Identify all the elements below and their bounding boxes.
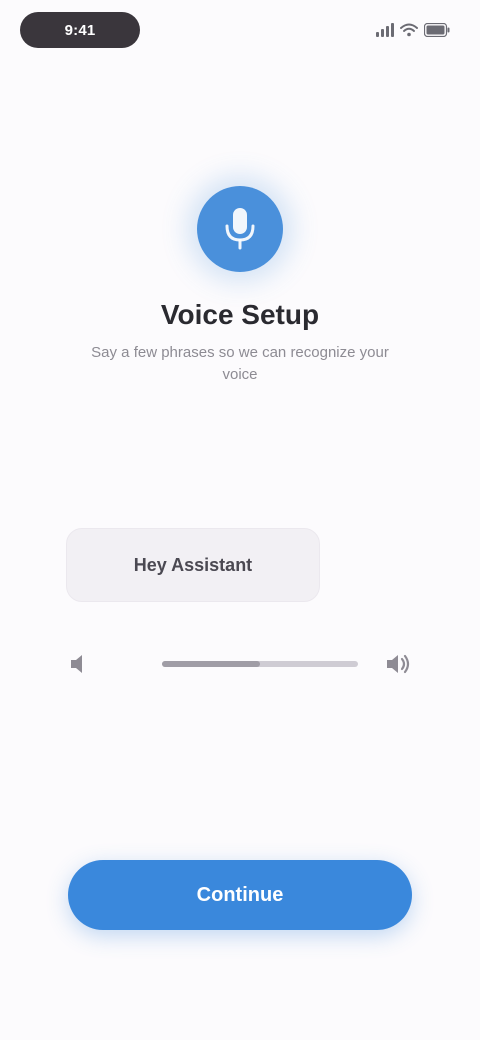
page-subtitle: Say a few phrases so we can recognize yo… (91, 344, 389, 383)
volume-high-icon[interactable] (380, 646, 416, 682)
microphone-icon (197, 186, 283, 272)
battery-icon (424, 23, 450, 37)
status-icons (376, 19, 450, 41)
volume-slider-fill (162, 661, 260, 667)
signal-icon (376, 23, 394, 37)
phrase-card-label: Hey Assistant (133, 554, 253, 575)
status-bar: 9:41 (0, 0, 480, 64)
volume-low-icon[interactable] (62, 646, 98, 682)
wifi-icon (400, 23, 418, 37)
volume-slider-row (56, 636, 428, 692)
phrase-card[interactable]: Hey Assistant (66, 528, 320, 602)
volume-slider[interactable] (162, 661, 358, 667)
page-title: Voice Setup (160, 299, 320, 330)
continue-button[interactable]: Continue (68, 860, 412, 930)
status-time: 9:41 (20, 12, 140, 48)
